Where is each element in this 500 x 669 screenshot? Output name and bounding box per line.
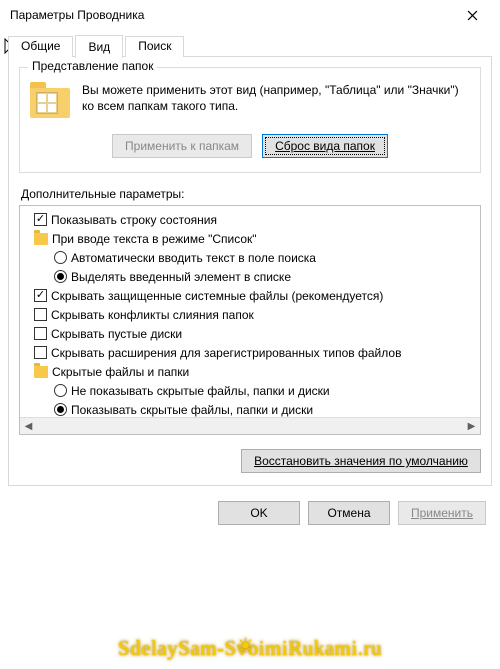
group-description: Вы можете применить этот вид (например, … (82, 82, 470, 124)
scroll-left-icon[interactable]: ◀ (20, 418, 37, 435)
opt-show-statusbar[interactable]: Показывать строку состояния (24, 210, 478, 229)
checkbox-icon[interactable] (34, 289, 47, 302)
advanced-label: Дополнительные параметры: (21, 187, 481, 201)
opt-hide-extensions[interactable]: Скрывать расширения для зарегистрированн… (24, 343, 478, 362)
ok-button[interactable]: OK (218, 501, 300, 525)
checkbox-icon[interactable] (34, 308, 47, 321)
opt-typing-search[interactable]: Автоматически вводить текст в поле поиск… (24, 248, 478, 267)
opt-hide-empty-drives[interactable]: Скрывать пустые диски (24, 324, 478, 343)
apply-to-folders-button: Применить к папкам (112, 134, 252, 158)
radio-icon[interactable] (54, 403, 67, 416)
advanced-tree[interactable]: Показывать строку состояния При вводе те… (19, 205, 481, 435)
opt-hidden-dont-show[interactable]: Не показывать скрытые файлы, папки и дис… (24, 381, 478, 400)
opt-hidden-group[interactable]: Скрытые файлы и папки (24, 362, 478, 381)
titlebar: Параметры Проводника (0, 0, 500, 30)
folder-icon (34, 366, 48, 378)
dialog-buttons: OK Отмена Применить (0, 487, 500, 525)
radio-icon[interactable] (54, 270, 67, 283)
tab-view[interactable]: Вид (75, 35, 123, 58)
reset-folders-button[interactable]: Сброс вида папок (262, 134, 388, 158)
restore-defaults-button[interactable]: Восстановить значения по умолчанию (241, 449, 481, 473)
radio-icon[interactable] (54, 251, 67, 264)
window-title: Параметры Проводника (10, 8, 452, 22)
opt-hide-merge-conflicts[interactable]: Скрывать конфликты слияния папок (24, 305, 478, 324)
opt-typing-select[interactable]: Выделять введенный элемент в списке (24, 267, 478, 286)
tab-strip: Общие Вид Поиск (0, 34, 500, 57)
sun-icon: ☀ (236, 634, 255, 659)
radio-icon[interactable] (54, 384, 67, 397)
opt-hide-protected[interactable]: Скрывать защищенные системные файлы (рек… (24, 286, 478, 305)
tab-search[interactable]: Поиск (125, 36, 184, 57)
folder-icon (34, 233, 48, 245)
checkbox-icon[interactable] (34, 327, 47, 340)
folder-grid-icon (30, 82, 72, 124)
watermark-text: ☀ SdelaySam-SvoimiRukami.ru (0, 636, 500, 661)
checkbox-icon[interactable] (34, 346, 47, 359)
tab-page-view: Представление папок Вы можете применить … (8, 56, 492, 486)
cancel-button[interactable]: Отмена (308, 501, 390, 525)
close-icon (467, 10, 478, 21)
apply-button: Применить (398, 501, 486, 525)
folder-views-group: Представление папок Вы можете применить … (19, 67, 481, 173)
opt-typing-group[interactable]: При вводе текста в режиме "Список" (24, 229, 478, 248)
tab-general[interactable]: Общие (8, 36, 73, 57)
checkbox-icon[interactable] (34, 213, 47, 226)
horizontal-scrollbar[interactable]: ◀ ▶ (20, 417, 480, 434)
scroll-right-icon[interactable]: ▶ (463, 418, 480, 435)
group-legend: Представление папок (28, 59, 157, 73)
close-button[interactable] (452, 1, 492, 29)
